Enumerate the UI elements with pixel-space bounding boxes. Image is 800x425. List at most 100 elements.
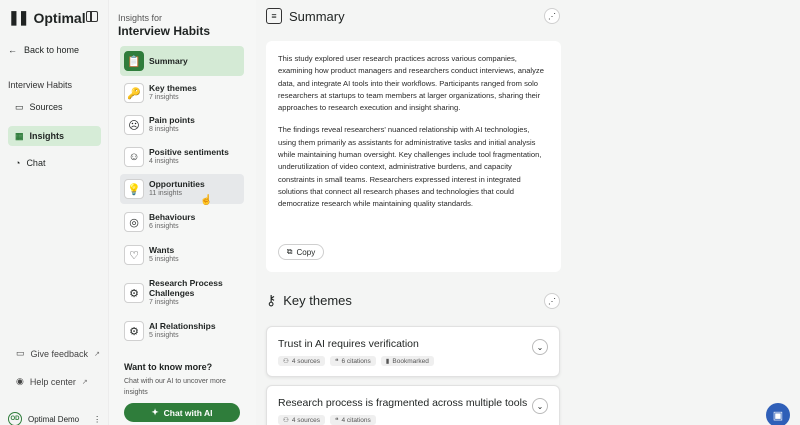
behaviour-icon: ◎ bbox=[124, 212, 144, 232]
summary-paragraph: This study explored user research practi… bbox=[278, 54, 544, 113]
theme-card[interactable]: Research process is fragmented across mu… bbox=[266, 385, 560, 425]
sources-count: 4 sources bbox=[291, 416, 321, 424]
main-content: ≡ Summary ⋰ This study explored user res… bbox=[256, 0, 800, 425]
people-icon: ⚇ bbox=[283, 358, 289, 365]
copy-label: Copy bbox=[296, 247, 316, 257]
insights-icon: ▦ bbox=[15, 130, 24, 141]
quote-icon: ❝ bbox=[335, 358, 339, 365]
sources-chip: ⚇ 4 sources bbox=[278, 356, 326, 366]
feedback-label: Give feedback bbox=[30, 348, 89, 359]
citations-chip: ❝ 4 citations bbox=[330, 415, 376, 425]
more-icon[interactable]: ⋮ bbox=[93, 415, 101, 424]
quote-icon: ❝ bbox=[335, 417, 339, 424]
chevron-down-icon[interactable]: ⌄ bbox=[532, 339, 548, 355]
back-to-home-link[interactable]: ← Back to home bbox=[8, 45, 79, 55]
want-title: Want to know more? bbox=[124, 362, 213, 372]
insights-title: Interview Habits bbox=[118, 24, 211, 38]
insight-behaviours[interactable]: ◎ Behaviours 6 insights bbox=[120, 207, 244, 237]
key-icon: ⚷ bbox=[266, 292, 277, 308]
sidebar-toggle-icon[interactable] bbox=[86, 11, 98, 22]
insight-name: Wants bbox=[149, 245, 175, 255]
insight-name: Pain points bbox=[149, 115, 195, 125]
sources-chip: ⚇ 4 sources bbox=[278, 415, 326, 425]
people-icon: ⚇ bbox=[283, 417, 289, 424]
nav-item-sources[interactable]: ▭ Sources bbox=[8, 97, 101, 117]
brand[interactable]: ❚❚ Optimal bbox=[8, 9, 86, 26]
nav-item-insights[interactable]: ▦ Insights bbox=[8, 126, 101, 146]
insight-count: 7 insights bbox=[149, 299, 179, 306]
video-icon: ▭ bbox=[15, 101, 24, 112]
help-center-link[interactable]: ◉ Help center ↗ bbox=[16, 376, 88, 387]
insight-name: Key themes bbox=[149, 83, 197, 93]
external-link-icon: ↗ bbox=[81, 378, 88, 386]
logo-icon: ❚❚ bbox=[8, 9, 30, 25]
help-label: Help center bbox=[29, 376, 76, 387]
feedback-icon: ▭ bbox=[16, 348, 25, 358]
insight-count: 11 insights bbox=[149, 190, 182, 197]
share-icon[interactable]: ⋰ bbox=[544, 293, 560, 309]
insight-ai-relationships[interactable]: ⚙ AI Relationships 5 insights bbox=[120, 316, 244, 346]
theme-card[interactable]: Trust in AI requires verification ⚇ 4 sou… bbox=[266, 326, 560, 377]
insight-key-themes[interactable]: 🔑 Key themes 7 insights bbox=[120, 78, 244, 108]
nav-label: Insights bbox=[29, 131, 65, 141]
smile-icon: ☺ bbox=[124, 147, 144, 167]
summary-title: Summary bbox=[289, 8, 345, 24]
insight-count: 8 insights bbox=[149, 126, 179, 133]
key-themes-title: Key themes bbox=[283, 293, 352, 308]
insight-count: 7 insights bbox=[149, 94, 179, 101]
nav-label: Sources bbox=[29, 102, 63, 112]
lightbulb-icon: 💡 bbox=[124, 179, 144, 199]
pointer-cursor-icon: ☝ bbox=[200, 195, 213, 206]
nav-label: Chat bbox=[26, 158, 46, 168]
frown-icon: ☹ bbox=[124, 115, 144, 135]
citations-chip: ❝ 6 citations bbox=[330, 356, 376, 366]
insight-opportunities[interactable]: 💡 Opportunities 11 insights bbox=[120, 174, 244, 204]
insights-panel: Insights for Interview Habits 📋 Summary … bbox=[108, 0, 256, 425]
insight-count: 6 insights bbox=[149, 223, 179, 230]
chat-with-ai-button[interactable]: ✦ Chat with AI bbox=[124, 403, 240, 422]
insight-positive-sentiments[interactable]: ☺ Positive sentiments 4 insights bbox=[120, 142, 244, 172]
chat-bubble-icon[interactable]: ▣ bbox=[766, 403, 790, 425]
chat-button-label: Chat with AI bbox=[163, 407, 213, 418]
chevron-down-icon[interactable]: ⌄ bbox=[532, 398, 548, 414]
insight-name: Opportunities bbox=[149, 179, 205, 189]
insight-count: 4 insights bbox=[149, 158, 179, 165]
insight-name: Positive sentiments bbox=[149, 147, 229, 157]
citations-count: 6 citations bbox=[341, 357, 371, 365]
insight-pain-points[interactable]: ☹ Pain points 8 insights bbox=[120, 110, 244, 140]
user-menu[interactable]: OD Optimal Demo ⋮ bbox=[8, 412, 101, 425]
copy-button[interactable]: ⧉ Copy bbox=[278, 244, 324, 260]
help-icon: ◉ bbox=[16, 376, 24, 386]
insight-count: 5 insights bbox=[149, 256, 179, 263]
insight-name: Research Process Challenges bbox=[149, 278, 223, 298]
arrow-left-icon: ← bbox=[8, 45, 17, 55]
summary-paragraph: The findings reveal researchers' nuanced… bbox=[278, 125, 542, 209]
back-label: Back to home bbox=[24, 45, 80, 55]
summary-heading: ≡ Summary bbox=[266, 8, 345, 24]
insight-research-process-challenges[interactable]: ⚙ Research Process Challenges 7 insights bbox=[120, 274, 244, 312]
clipboard-icon: 📋 bbox=[124, 51, 144, 71]
insight-count: 5 insights bbox=[149, 332, 179, 339]
key-themes-heading: ⚷ Key themes bbox=[266, 292, 352, 309]
sources-count: 4 sources bbox=[291, 357, 321, 365]
sparkle-icon: ✦ bbox=[151, 407, 159, 417]
brand-name: Optimal bbox=[33, 9, 86, 26]
citations-count: 4 citations bbox=[341, 416, 371, 424]
give-feedback-link[interactable]: ▭ Give feedback ↗ bbox=[16, 348, 100, 359]
insight-wants[interactable]: ♡ Wants 5 insights bbox=[120, 240, 244, 270]
summary-card: This study explored user research practi… bbox=[266, 41, 561, 272]
heart-icon: ♡ bbox=[124, 245, 144, 265]
copy-icon: ⧉ bbox=[286, 247, 293, 256]
left-nav: ❚❚ Optimal ← Back to home Interview Habi… bbox=[0, 0, 108, 425]
process-icon: ⚙ bbox=[124, 283, 144, 303]
key-icon: 🔑 bbox=[124, 83, 144, 103]
nav-item-chat[interactable]: ◔ Chat bbox=[8, 153, 101, 173]
user-name: Optimal Demo bbox=[28, 414, 80, 424]
theme-title: Trust in AI requires verification bbox=[278, 338, 419, 350]
insight-summary[interactable]: 📋 Summary bbox=[120, 46, 244, 76]
theme-title: Research process is fragmented across mu… bbox=[278, 397, 528, 409]
bookmark-chip: ▮ Bookmarked bbox=[380, 356, 434, 366]
share-icon[interactable]: ⋰ bbox=[544, 8, 560, 24]
clipboard-icon: ≡ bbox=[266, 8, 282, 24]
chat-icon: ◔ bbox=[15, 158, 21, 168]
